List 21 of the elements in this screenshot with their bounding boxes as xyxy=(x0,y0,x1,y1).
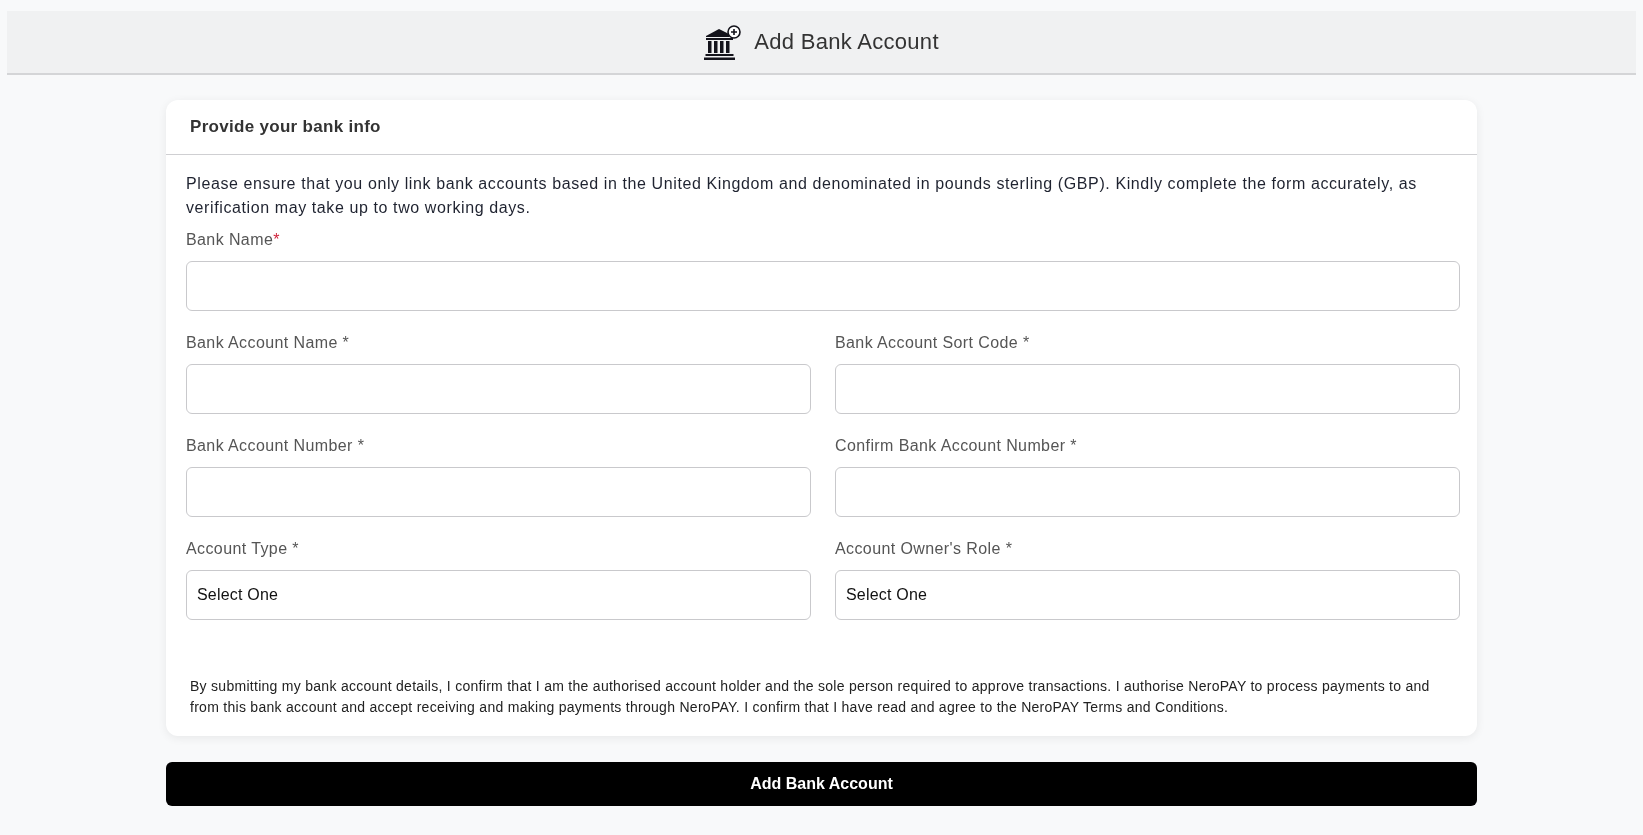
intro-text: Please ensure that you only link bank accounts based in the United Kingdom and denominated in pounds sterling (GBP). Kindly complete the form accurately, as verification may take up to two working days. xyxy=(186,174,1418,218)
input-field[interactable] xyxy=(186,364,811,414)
field-label: Bank Name xyxy=(186,230,274,250)
field-label: Bank Account Number * xyxy=(186,436,365,456)
field-label: Account Type * xyxy=(186,539,299,559)
field-label: Bank Account Name * xyxy=(186,333,350,353)
input-field[interactable] xyxy=(186,261,1460,311)
bank-plus-icon xyxy=(704,24,742,60)
page-title: Add Bank Account xyxy=(754,29,939,55)
submit-button[interactable]: Add Bank Account xyxy=(166,762,1477,806)
select-field[interactable]: Select One xyxy=(835,570,1460,620)
field-label: Confirm Bank Account Number * xyxy=(835,436,1077,456)
field-label: Account Owner's Role * xyxy=(835,539,1013,559)
select-field[interactable]: Select One xyxy=(186,570,811,620)
card-title: Provide your bank info xyxy=(190,117,381,137)
input-field[interactable] xyxy=(835,467,1460,517)
field-label: Bank Account Sort Code * xyxy=(835,333,1030,353)
input-field[interactable] xyxy=(835,364,1460,414)
input-field[interactable] xyxy=(186,467,811,517)
consent-text: By submitting my bank account details, I confirm that I am the authorised account holder and the sole person required to approve transactions. I authorise NeroPAY to process payments to and from this bank account and accept receiving and making payments through NeroPAY. I confirm that I have read and agree to the NeroPAY Terms and Conditions. xyxy=(189,677,1431,717)
required-mark: * xyxy=(273,230,280,250)
